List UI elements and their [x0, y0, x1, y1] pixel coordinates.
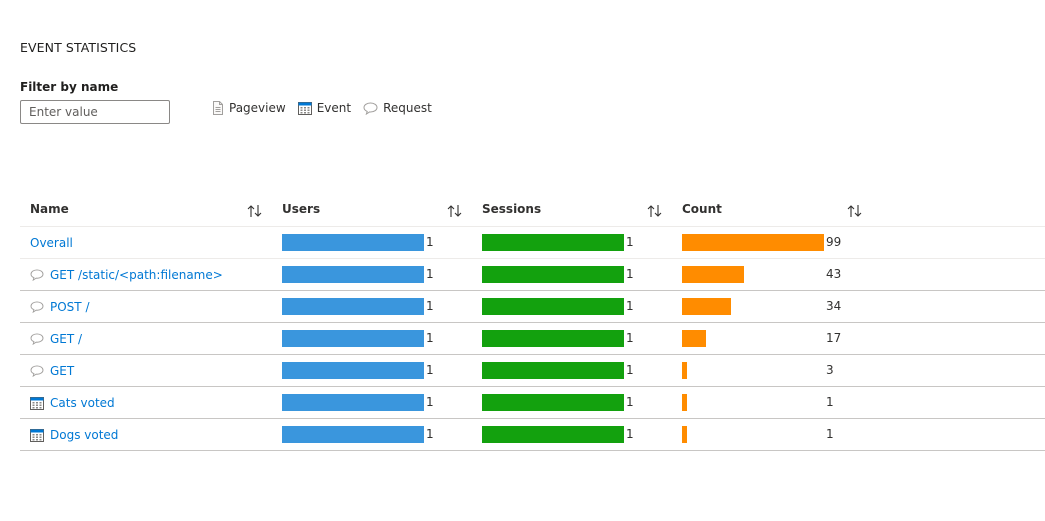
- legend-event[interactable]: Event: [297, 101, 352, 115]
- users-bar: [282, 426, 424, 443]
- row-name-link[interactable]: Cats voted: [30, 387, 115, 418]
- users-bar: [282, 234, 424, 251]
- statistics-table: Name Users Sessions Count Overall 1 1 99 GET: [20, 196, 1045, 451]
- row-name-label: Cats voted: [50, 395, 115, 410]
- filter-input[interactable]: [20, 100, 170, 124]
- legend-event-label: Event: [316, 101, 352, 115]
- row-name-label: GET: [50, 363, 75, 378]
- column-header-sessions: Sessions: [482, 202, 542, 216]
- sessions-bar: [482, 298, 624, 315]
- users-value: 1: [426, 331, 434, 345]
- count-bar: [682, 298, 731, 315]
- table-row: GET /static/<path:filename> 1 1 43: [20, 259, 1045, 291]
- request-icon: [30, 332, 44, 345]
- table-row: GET 1 1 3: [20, 355, 1045, 387]
- users-bar: [282, 394, 424, 411]
- table-row: Cats voted 1 1 1: [20, 387, 1045, 419]
- count-value: 17: [826, 331, 842, 345]
- users-value: 1: [426, 267, 434, 281]
- column-header-count: Count: [682, 202, 722, 216]
- sessions-value: 1: [626, 427, 634, 441]
- legend-pageview[interactable]: Pageview: [212, 101, 286, 115]
- column-header-name: Name: [30, 202, 69, 216]
- count-value: 34: [826, 299, 842, 313]
- count-bar: [682, 234, 824, 251]
- event-icon: [297, 102, 312, 115]
- row-name-label: Overall: [30, 235, 73, 250]
- row-name-link[interactable]: GET /static/<path:filename>: [30, 259, 223, 290]
- request-icon: [30, 364, 44, 377]
- filter-label: Filter by name: [20, 80, 119, 94]
- sessions-bar: [482, 394, 624, 411]
- table-row: POST / 1 1 34: [20, 291, 1045, 323]
- row-name-label: Dogs voted: [50, 427, 119, 442]
- row-name-link[interactable]: GET: [30, 355, 74, 386]
- count-bar: [682, 266, 744, 283]
- request-icon: [30, 268, 44, 281]
- event-icon: [30, 396, 44, 410]
- users-value: 1: [426, 363, 434, 377]
- count-bar: [682, 330, 706, 347]
- sessions-bar: [482, 426, 624, 443]
- event-icon: [30, 428, 44, 442]
- users-value: 1: [426, 395, 434, 409]
- sessions-value: 1: [626, 331, 634, 345]
- sessions-value: 1: [626, 395, 634, 409]
- users-bar: [282, 362, 424, 379]
- sessions-bar: [482, 234, 624, 251]
- sort-count-icon[interactable]: [847, 204, 863, 218]
- event-statistics-panel: EVENT STATISTICS Filter by name Pageview: [0, 0, 1045, 521]
- sessions-bar: [482, 266, 624, 283]
- users-value: 1: [426, 427, 434, 441]
- row-name-label: GET /static/<path:filename>: [50, 267, 223, 282]
- row-name-link[interactable]: Overall: [30, 227, 73, 258]
- count-value: 1: [826, 427, 834, 441]
- table-row: Overall 1 1 99: [20, 227, 1045, 259]
- legend-pageview-label: Pageview: [229, 101, 286, 115]
- sessions-value: 1: [626, 299, 634, 313]
- sessions-value: 1: [626, 235, 634, 249]
- count-value: 99: [826, 235, 842, 249]
- users-bar: [282, 298, 424, 315]
- count-value: 43: [826, 267, 842, 281]
- request-icon: [30, 300, 44, 313]
- count-bar: [682, 426, 687, 443]
- row-name-label: GET /: [50, 331, 83, 346]
- count-value: 3: [826, 363, 834, 377]
- table-body: Overall 1 1 99 GET /static/<path:filename> 1 1…: [20, 227, 1045, 451]
- count-value: 1: [826, 395, 834, 409]
- pageview-icon: [213, 101, 223, 115]
- sessions-value: 1: [626, 267, 634, 281]
- sessions-bar: [482, 330, 624, 347]
- sessions-value: 1: [626, 363, 634, 377]
- count-bar: [682, 362, 687, 379]
- count-bar: [682, 394, 687, 411]
- column-header-users: Users: [282, 202, 321, 216]
- legend-request-label: Request: [383, 101, 432, 115]
- legend-request[interactable]: Request: [363, 101, 432, 115]
- users-value: 1: [426, 235, 434, 249]
- sort-users-icon[interactable]: [447, 204, 463, 218]
- request-icon: [363, 101, 378, 115]
- page-title: EVENT STATISTICS: [20, 40, 137, 55]
- table-row: Dogs voted 1 1 1: [20, 419, 1045, 451]
- row-name-link[interactable]: Dogs voted: [30, 419, 118, 450]
- row-name-link[interactable]: GET /: [30, 323, 82, 354]
- sort-sessions-icon[interactable]: [647, 204, 663, 218]
- sort-name-icon[interactable]: [247, 204, 263, 218]
- type-legend: Pageview Event Request: [212, 100, 444, 116]
- row-name-link[interactable]: POST /: [30, 291, 90, 322]
- sessions-bar: [482, 362, 624, 379]
- row-name-label: POST /: [50, 299, 90, 314]
- table-row: GET / 1 1 17: [20, 323, 1045, 355]
- users-value: 1: [426, 299, 434, 313]
- users-bar: [282, 330, 424, 347]
- table-header: Name Users Sessions Count: [20, 196, 1045, 227]
- users-bar: [282, 266, 424, 283]
